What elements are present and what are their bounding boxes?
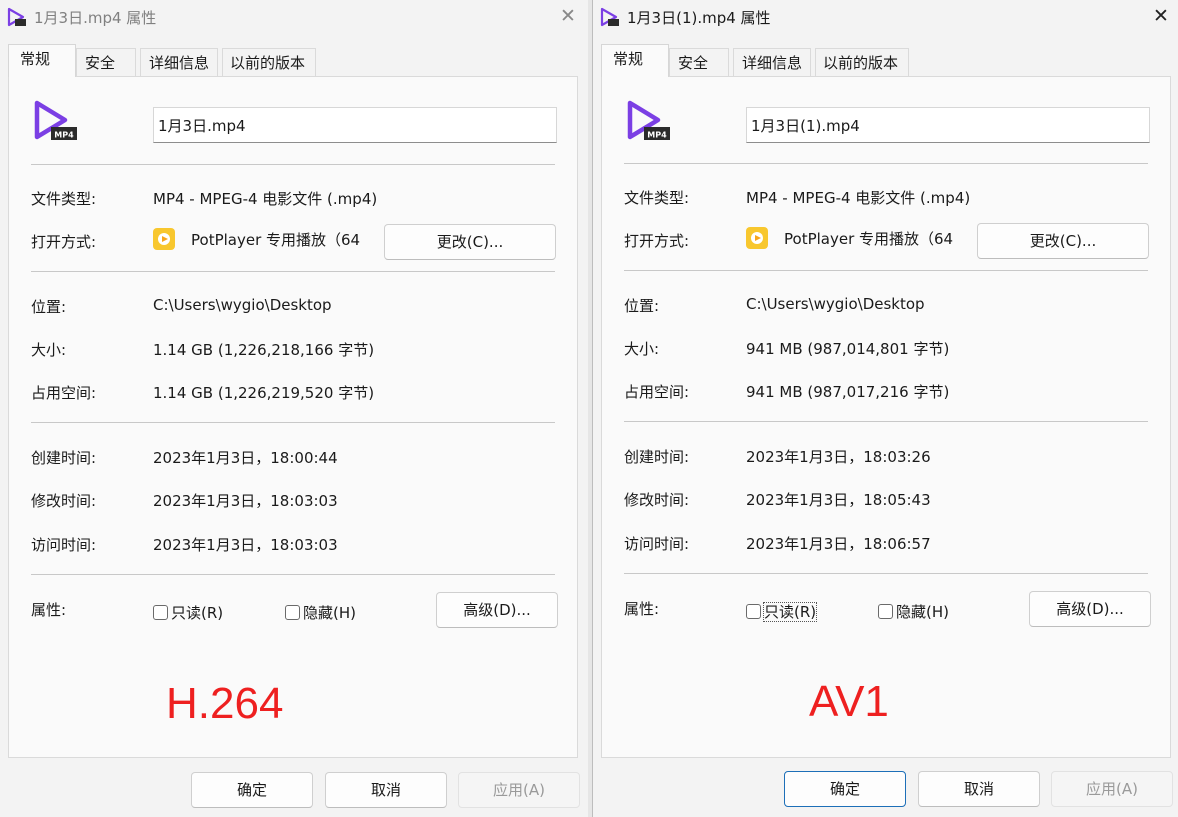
general-panel: MP4 文件类型: MP4 - MPEG-4 电影文件 (.mp4) 打开方式:…	[8, 76, 578, 758]
codec-annotation: AV1	[809, 677, 889, 726]
divider	[31, 271, 555, 272]
advanced-button[interactable]: 高级(D)...	[1029, 591, 1151, 627]
video-file-icon	[7, 7, 26, 27]
tab-general[interactable]: 常规	[601, 44, 669, 77]
divider	[31, 164, 555, 165]
divider	[624, 270, 1148, 271]
readonly-checkbox[interactable]: 只读(R)	[153, 602, 223, 623]
accessed-value: 2023年1月3日，18:03:03	[153, 536, 338, 554]
change-button[interactable]: 更改(C)...	[977, 223, 1149, 259]
ok-button[interactable]: 确定	[191, 772, 313, 808]
hidden-label: 隐藏(H)	[303, 604, 356, 622]
advanced-button[interactable]: 高级(D)...	[436, 592, 558, 628]
created-label: 创建时间:	[624, 448, 690, 466]
size-on-disk-label: 占用空间:	[624, 383, 690, 401]
size-on-disk-value: 941 MB (987,017,216 字节)	[746, 383, 950, 401]
created-value: 2023年1月3日，18:00:44	[153, 449, 338, 467]
opens-with-value: PotPlayer 专用播放（64	[784, 230, 954, 248]
video-file-icon	[600, 7, 619, 27]
size-value: 1.14 GB (1,226,218,166 字节)	[153, 341, 375, 359]
window-title: 1月3日(1).mp4 属性	[627, 9, 771, 27]
file-name-input[interactable]	[746, 107, 1150, 143]
tab-details[interactable]: 详细信息	[140, 48, 218, 76]
mp4-badge: MP4	[54, 131, 74, 140]
divider	[624, 163, 1148, 164]
divider	[624, 573, 1148, 574]
size-label: 大小:	[624, 340, 660, 358]
accessed-value: 2023年1月3日，18:06:57	[746, 535, 931, 553]
accessed-label: 访问时间:	[624, 535, 690, 553]
general-panel: MP4 文件类型: MP4 - MPEG-4 电影文件 (.mp4) 打开方式:…	[601, 76, 1171, 758]
potplayer-icon	[153, 228, 175, 250]
opens-with-label: 打开方式:	[624, 232, 690, 250]
tab-security[interactable]: 安全	[76, 48, 136, 76]
checkbox-icon[interactable]	[153, 605, 168, 620]
hidden-label: 隐藏(H)	[896, 603, 949, 621]
location-label: 位置:	[624, 297, 660, 315]
codec-annotation: H.264	[166, 679, 284, 728]
change-button[interactable]: 更改(C)...	[384, 224, 556, 260]
file-type-label: 文件类型:	[31, 190, 97, 208]
size-label: 大小:	[31, 341, 67, 359]
checkbox-icon[interactable]	[746, 604, 761, 619]
location-label: 位置:	[31, 298, 67, 316]
cancel-button[interactable]: 取消	[918, 771, 1040, 807]
accessed-label: 访问时间:	[31, 536, 97, 554]
tab-previous-versions[interactable]: 以前的版本	[815, 48, 909, 76]
properties-window-av1: 1月3日(1).mp4 属性 ✕ 常规 安全 详细信息 以前的版本 MP4 文件…	[592, 0, 1178, 817]
divider	[624, 421, 1148, 422]
location-value: C:\Users\wygio\Desktop	[153, 296, 332, 314]
modified-value: 2023年1月3日，18:03:03	[153, 492, 338, 510]
file-type-value: MP4 - MPEG-4 电影文件 (.mp4)	[153, 190, 378, 208]
tab-security[interactable]: 安全	[669, 48, 729, 76]
created-value: 2023年1月3日，18:03:26	[746, 448, 931, 466]
file-type-value: MP4 - MPEG-4 电影文件 (.mp4)	[746, 189, 971, 207]
readonly-label: 只读(R)	[171, 604, 224, 622]
potplayer-icon	[746, 227, 768, 249]
opens-with-value: PotPlayer 专用播放（64	[191, 231, 361, 249]
file-name-input[interactable]	[153, 107, 557, 143]
divider	[31, 574, 555, 575]
attributes-label: 属性:	[31, 601, 67, 619]
close-icon[interactable]: ✕	[1147, 3, 1175, 29]
modified-label: 修改时间:	[624, 491, 690, 509]
video-file-icon: MP4	[627, 100, 670, 140]
properties-window-h264: 1月3日.mp4 属性 ✕ 常规 安全 详细信息 以前的版本 MP4 文件类型:…	[0, 0, 588, 817]
checkbox-icon[interactable]	[285, 605, 300, 620]
window-title: 1月3日.mp4 属性	[34, 9, 157, 27]
modified-value: 2023年1月3日，18:05:43	[746, 491, 931, 509]
apply-button[interactable]: 应用(A)	[458, 772, 580, 808]
close-icon[interactable]: ✕	[554, 3, 582, 29]
readonly-label: 只读(R)	[762, 602, 818, 622]
size-on-disk-value: 1.14 GB (1,226,219,520 字节)	[153, 384, 375, 402]
opens-with-label: 打开方式:	[31, 233, 97, 251]
size-value: 941 MB (987,014,801 字节)	[746, 340, 950, 358]
video-file-icon: MP4	[34, 100, 77, 140]
checkbox-icon[interactable]	[878, 604, 893, 619]
modified-label: 修改时间:	[31, 492, 97, 510]
tab-details[interactable]: 详细信息	[733, 48, 811, 76]
tab-previous-versions[interactable]: 以前的版本	[222, 48, 316, 76]
cancel-button[interactable]: 取消	[325, 772, 447, 808]
created-label: 创建时间:	[31, 449, 97, 467]
location-value: C:\Users\wygio\Desktop	[746, 295, 925, 313]
file-type-label: 文件类型:	[624, 189, 690, 207]
mp4-badge: MP4	[647, 131, 667, 140]
apply-button[interactable]: 应用(A)	[1051, 771, 1173, 807]
ok-button[interactable]: 确定	[784, 771, 906, 807]
tab-general[interactable]: 常规	[8, 44, 76, 77]
title-bar[interactable]: 1月3日.mp4 属性 ✕	[0, 0, 588, 36]
attributes-label: 属性:	[624, 600, 660, 618]
title-bar[interactable]: 1月3日(1).mp4 属性 ✕	[593, 0, 1178, 36]
hidden-checkbox[interactable]: 隐藏(H)	[285, 602, 356, 623]
hidden-checkbox[interactable]: 隐藏(H)	[878, 601, 949, 622]
size-on-disk-label: 占用空间:	[31, 384, 97, 402]
divider	[31, 422, 555, 423]
readonly-checkbox[interactable]: 只读(R)	[746, 601, 818, 622]
